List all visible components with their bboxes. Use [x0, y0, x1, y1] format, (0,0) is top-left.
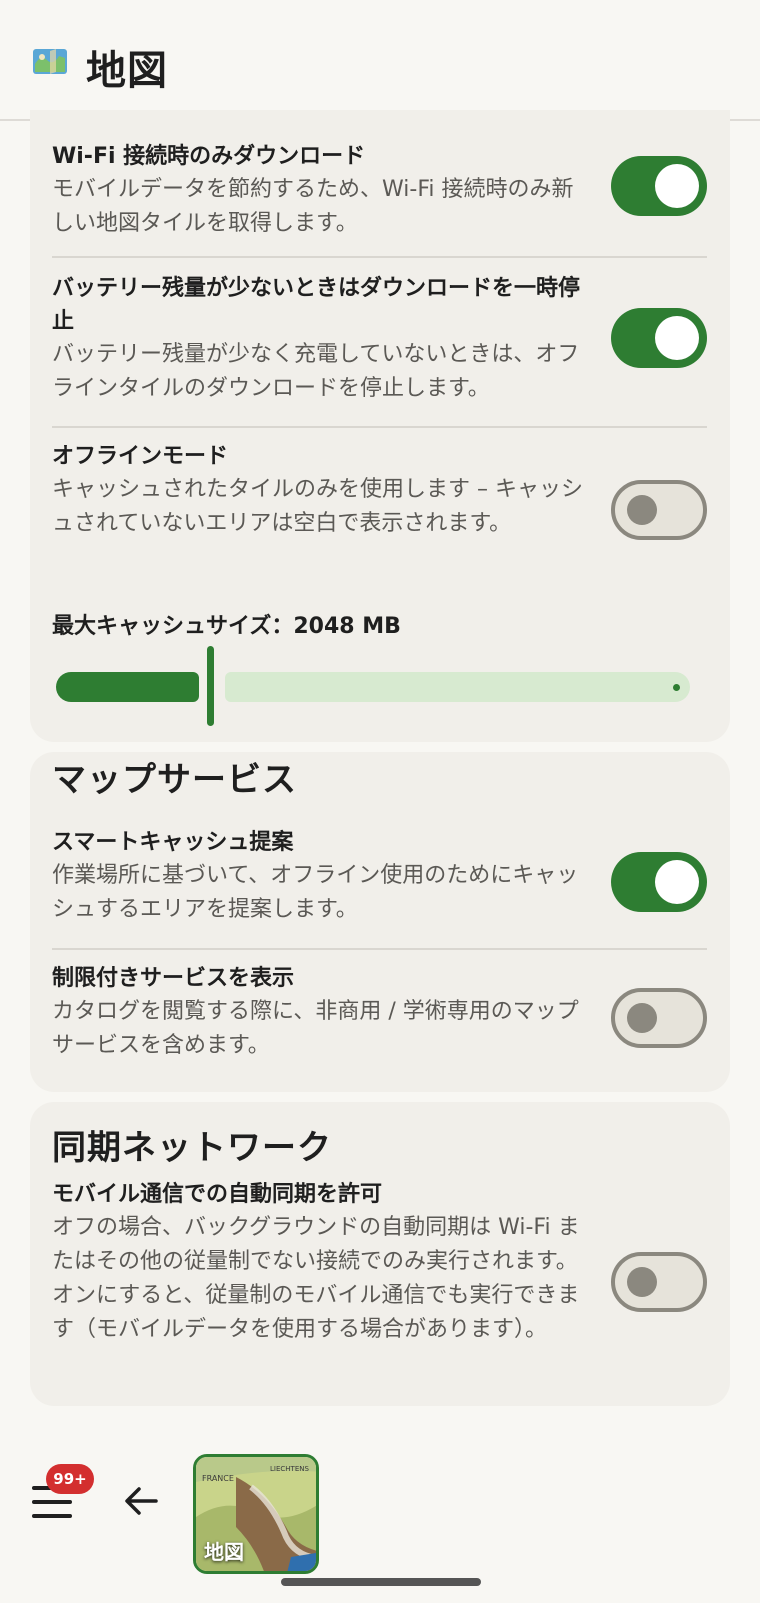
bottom-bar: 99+ FRANCE LIECHTENS 地図: [0, 1430, 760, 1603]
wifi-only-toggle[interactable]: [611, 156, 707, 216]
app-header: 地図: [0, 0, 760, 121]
section-title: マップサービス: [52, 760, 297, 800]
smart-cache-toggle[interactable]: [611, 852, 707, 912]
setting-title: モバイル通信での自動同期を許可: [52, 1182, 383, 1207]
setting-title: Wi-Fi 接続時のみダウンロード: [52, 144, 366, 169]
setting-description: オフの場合、バックグラウンドの自動同期は Wi-Fi またはその他の従量制でない…: [52, 1215, 580, 1342]
restricted-services-toggle[interactable]: [611, 988, 707, 1048]
map-label: LIECHTENS: [270, 1465, 309, 1473]
setting-description: カタログを閲覧する際に、非商用 / 学術専用のマップサービスを含めます。: [52, 999, 579, 1058]
mobile-sync-toggle[interactable]: [611, 1252, 707, 1312]
offline-mode-setting[interactable]: オフラインモード キャッシュされたタイルのみを使用します – キャッシュされてい…: [52, 440, 707, 541]
cache-size-label: 最大キャッシュサイズ：2048 MB: [52, 614, 401, 639]
map-label: FRANCE: [202, 1474, 234, 1483]
wifi-only-setting[interactable]: Wi-Fi 接続時のみダウンロード モバイルデータを節約するため、Wi-Fi 接…: [52, 140, 707, 241]
thumbnail-label: 地図: [204, 1540, 244, 1564]
smart-cache-setting[interactable]: スマートキャッシュ提案 作業場所に基づいて、オフライン使用のためにキャッシュする…: [52, 826, 707, 927]
home-indicator[interactable]: [281, 1578, 481, 1586]
toggle-knob: [655, 164, 699, 208]
toggle-knob: [627, 1003, 657, 1033]
page-title: 地図: [86, 48, 168, 94]
cache-size-slider[interactable]: [52, 646, 707, 726]
toggle-knob: [655, 860, 699, 904]
notification-badge: 99+: [46, 1464, 94, 1494]
slider-inactive-track: [225, 672, 690, 702]
setting-title: 制限付きサービスを表示: [52, 966, 295, 991]
download-settings-card: Wi-Fi 接続時のみダウンロード モバイルデータを節約するため、Wi-Fi 接…: [30, 110, 730, 742]
setting-description: キャッシュされたタイルのみを使用します – キャッシュされていないエリアは空白で…: [52, 477, 583, 536]
toggle-knob: [627, 495, 657, 525]
divider: [52, 256, 707, 258]
setting-description: 作業場所に基づいて、オフライン使用のためにキャッシュするエリアを提案します。: [52, 863, 579, 922]
setting-title: バッテリー残量が少ないときはダウンロードを一時停止: [52, 276, 581, 334]
slider-stop-indicator: [673, 684, 680, 691]
section-title: 同期ネットワーク: [52, 1128, 332, 1168]
slider-thumb[interactable]: [207, 646, 214, 726]
mobile-sync-setting[interactable]: モバイル通信での自動同期を許可 オフの場合、バックグラウンドの自動同期は Wi-…: [52, 1178, 707, 1347]
divider: [52, 948, 707, 950]
setting-description: モバイルデータを節約するため、Wi-Fi 接続時のみ新しい地図タイルを取得します…: [52, 177, 574, 236]
divider: [52, 426, 707, 428]
slider-active-track: [56, 672, 199, 702]
sync-network-card: 同期ネットワーク モバイル通信での自動同期を許可 オフの場合、バックグラウンドの…: [30, 1102, 730, 1406]
toggle-knob: [627, 1267, 657, 1297]
setting-title: オフラインモード: [52, 444, 229, 469]
pause-low-battery-setting[interactable]: バッテリー残量が少ないときはダウンロードを一時停止 バッテリー残量が少なく充電し…: [52, 272, 707, 406]
setting-description: バッテリー残量が少なく充電していないときは、オフラインタイルのダウンロードを停止…: [52, 342, 580, 401]
setting-title: スマートキャッシュ提案: [52, 830, 294, 855]
toggle-knob: [655, 316, 699, 360]
map-services-card: マップサービス スマートキャッシュ提案 作業場所に基づいて、オフライン使用のため…: [30, 752, 730, 1092]
pause-low-battery-toggle[interactable]: [611, 308, 707, 368]
map-icon: [33, 49, 67, 74]
map-thumbnail[interactable]: FRANCE LIECHTENS 地図: [193, 1454, 319, 1574]
restricted-services-setting[interactable]: 制限付きサービスを表示 カタログを閲覧する際に、非商用 / 学術専用のマップサー…: [52, 962, 707, 1063]
offline-mode-toggle[interactable]: [611, 480, 707, 540]
back-arrow-icon[interactable]: [122, 1482, 160, 1520]
